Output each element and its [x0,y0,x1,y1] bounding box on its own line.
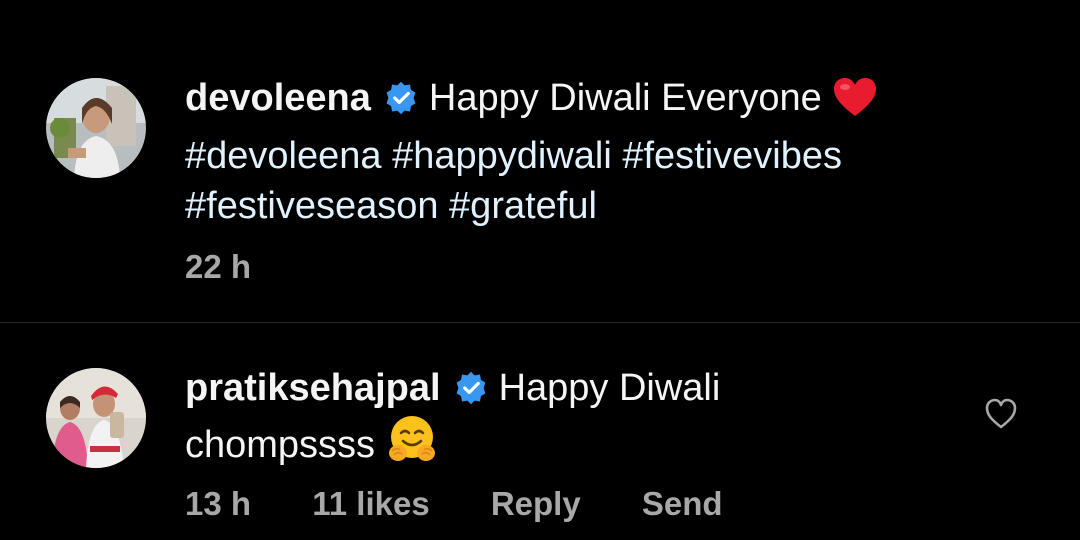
comment-hashtags[interactable]: #festiveseason #grateful [185,185,597,227]
red-heart-icon [832,76,878,131]
reply-button[interactable]: Reply [491,485,581,522]
comment-meta: 13 h 11 likes Reply Send [185,485,723,523]
comment-username[interactable]: devoleena [185,77,371,119]
comment-timestamp: 22 h [185,248,252,285]
comment-text: Happy Diwali [498,367,721,409]
comment-meta: 22 h [185,248,251,286]
avatar[interactable] [46,368,146,468]
send-button[interactable]: Send [642,485,723,522]
verified-badge-icon [383,79,419,115]
comment-item-2: pratiksehajpal Happy Diwali chompssss 13 … [0,323,1080,540]
comment-timestamp: 13 h [185,485,252,522]
likes-count-button[interactable]: 11 likes [312,485,429,522]
comment-text: chompssss [185,424,376,466]
comment-body: devoleena Happy Diwali Everyone #devoleen… [185,73,965,231]
like-heart-icon[interactable] [984,397,1018,431]
hugging-face-icon [386,413,438,478]
comment-text: Happy Diwali Everyone [428,77,822,119]
comment-hashtags[interactable]: #devoleena #happydiwali #festivevibes [185,135,842,177]
comment-body: pratiksehajpal Happy Diwali chompssss [185,363,885,478]
comment-username[interactable]: pratiksehajpal [185,367,441,409]
comment-item-1: devoleena Happy Diwali Everyone #devoleen… [0,0,1080,322]
avatar[interactable] [46,78,146,178]
verified-badge-icon [453,369,489,405]
